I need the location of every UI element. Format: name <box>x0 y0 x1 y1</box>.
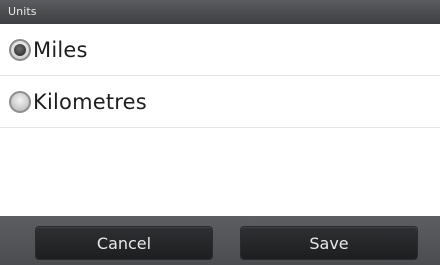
option-kilometres[interactable]: Kilometres <box>0 76 440 128</box>
radio-dot-icon <box>14 43 26 56</box>
cancel-button[interactable]: Cancel <box>36 227 212 259</box>
action-bar: Cancel Save <box>0 216 440 265</box>
units-option-list: Miles Kilometres <box>0 24 440 216</box>
option-miles[interactable]: Miles <box>0 24 440 76</box>
title-bar: Units <box>0 0 440 24</box>
option-label: Miles <box>33 37 88 62</box>
radio-selected-icon[interactable] <box>9 38 31 61</box>
units-settings-screen: Units Miles Kilometres Cancel Save <box>0 0 440 265</box>
save-button[interactable]: Save <box>241 227 417 259</box>
radio-unselected-icon[interactable] <box>9 90 31 113</box>
option-label: Kilometres <box>33 89 147 114</box>
page-title: Units <box>8 5 37 18</box>
